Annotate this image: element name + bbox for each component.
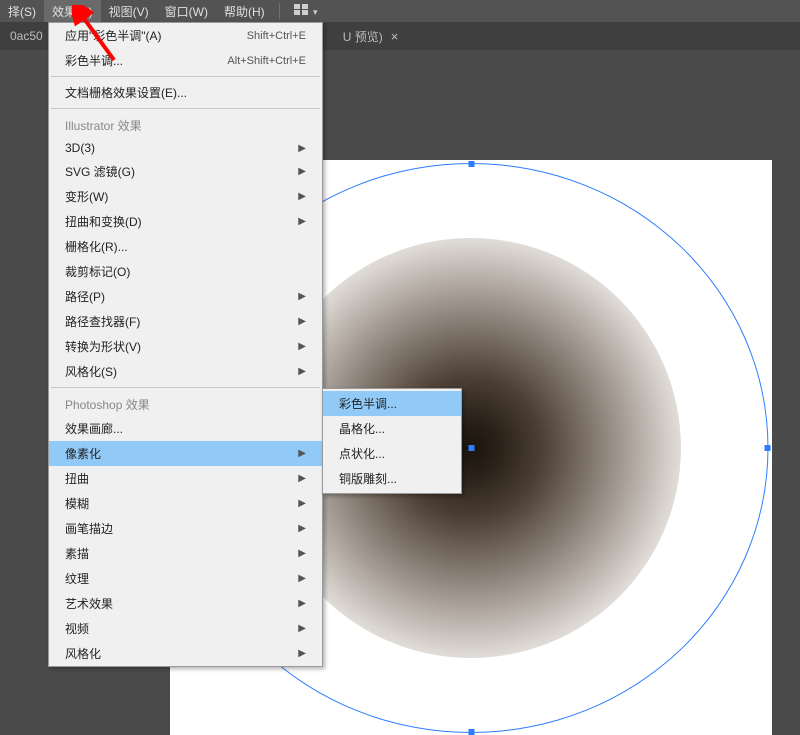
menu-convert-to-shape[interactable]: 转换为形状(V) ▶ [49,334,322,359]
menu-item-label: SVG 滤镜(G) [65,163,135,180]
menu-transform[interactable]: 变形(W) ▶ [49,184,322,209]
illustrator-effects-header: Illustrator 效果 [49,112,322,137]
chevron-right-icon: ▶ [298,573,306,584]
chevron-down-icon: ▾ [313,7,318,17]
chevron-right-icon: ▶ [298,191,306,202]
menu-item-label: 变形(W) [65,188,108,205]
menu-item-label: 素描 [65,545,89,562]
chevron-right-icon: ▶ [298,341,306,352]
chevron-right-icon: ▶ [298,548,306,559]
menu-view[interactable]: 视图(V) [101,0,157,23]
menu-item-label: 风格化 [65,645,101,662]
menu-item-label: 转换为形状(V) [65,338,141,355]
chevron-right-icon: ▶ [298,366,306,377]
menu-item-label: 扭曲和变换(D) [65,213,142,230]
effect-menu-dropdown: 应用"彩色半调"(A) Shift+Ctrl+E 彩色半调... Alt+Shi… [48,22,323,667]
chevron-right-icon: ▶ [298,291,306,302]
menu-pathfinder[interactable]: 路径查找器(F) ▶ [49,309,322,334]
menu-separator [51,387,320,388]
close-icon[interactable]: × [391,29,399,44]
photoshop-effects-header: Photoshop 效果 [49,391,322,416]
handle-bottom[interactable] [468,729,474,735]
menu-window[interactable]: 窗口(W) [157,0,216,23]
chevron-right-icon: ▶ [298,648,306,659]
chevron-right-icon: ▶ [298,473,306,484]
menu-artistic[interactable]: 艺术效果 ▶ [49,591,322,616]
chevron-right-icon: ▶ [298,216,306,227]
chevron-right-icon: ▶ [298,143,306,154]
handle-top[interactable] [468,161,474,167]
menu-item-label: 画笔描边 [65,520,113,537]
menu-item-label: 模糊 [65,495,89,512]
menu-item-label: 风格化(S) [65,363,117,380]
menu-item-label: 路径(P) [65,288,105,305]
menu-bar: 择(S) 效果(C) 视图(V) 窗口(W) 帮助(H) ▾ [0,0,800,22]
menu-separator [51,108,320,109]
menu-path[interactable]: 路径(P) ▶ [49,284,322,309]
menu-video[interactable]: 视频 ▶ [49,616,322,641]
chevron-right-icon: ▶ [298,598,306,609]
submenu-color-halftone[interactable]: 彩色半调... [323,391,461,416]
chevron-right-icon: ▶ [298,523,306,534]
handle-center[interactable] [468,445,474,451]
menubar-separator [279,3,280,19]
document-tab-right[interactable]: U 预览) × [333,22,409,50]
menu-effect-gallery[interactable]: 效果画廊... [49,416,322,441]
menu-doc-raster-settings[interactable]: 文档栅格效果设置(E)... [49,80,322,105]
menu-apply-last-effect[interactable]: 应用"彩色半调"(A) Shift+Ctrl+E [49,23,322,48]
menu-color-halftone-top[interactable]: 彩色半调... Alt+Shift+Ctrl+E [49,48,322,73]
tab-label-left: 0ac50 [10,29,43,43]
menu-blur[interactable]: 模糊 ▶ [49,491,322,516]
menu-crop-marks[interactable]: 裁剪标记(O) [49,259,322,284]
shortcut-label: Shift+Ctrl+E [247,30,306,42]
chevron-right-icon: ▶ [298,498,306,509]
menu-effect[interactable]: 效果(C) [44,0,101,23]
menu-distort-ps[interactable]: 扭曲 ▶ [49,466,322,491]
handle-right[interactable] [765,445,771,451]
menu-item-label: 裁剪标记(O) [65,263,130,280]
menu-3d[interactable]: 3D(3) ▶ [49,137,322,159]
menu-rasterize[interactable]: 栅格化(R)... [49,234,322,259]
menu-brush-strokes[interactable]: 画笔描边 ▶ [49,516,322,541]
menu-distort-transform[interactable]: 扭曲和变换(D) ▶ [49,209,322,234]
menu-item-label: 3D(3) [65,141,95,155]
layout-grid-icon [294,4,308,15]
menu-item-label: 艺术效果 [65,595,113,612]
menu-item-label: 效果画廊... [65,420,123,437]
chevron-right-icon: ▶ [298,166,306,177]
menu-select[interactable]: 择(S) [0,0,44,23]
menu-item-label: 应用"彩色半调"(A) [65,27,162,44]
layout-toggle[interactable]: ▾ [286,1,326,21]
menu-help[interactable]: 帮助(H) [216,0,273,23]
menu-sketch[interactable]: 素描 ▶ [49,541,322,566]
submenu-crystallize[interactable]: 晶格化... [323,416,461,441]
submenu-pointillize[interactable]: 点状化... [323,441,461,466]
menu-item-label: 像素化 [65,445,101,462]
menu-item-label: 视频 [65,620,89,637]
menu-item-label: 纹理 [65,570,89,587]
menu-stylize-ps[interactable]: 风格化 ▶ [49,641,322,666]
menu-item-label: 彩色半调... [65,52,123,69]
chevron-right-icon: ▶ [298,448,306,459]
tab-label-right: U 预览) [343,28,383,45]
submenu-mezzotint[interactable]: 铜版雕刻... [323,466,461,491]
menu-item-label: 栅格化(R)... [65,238,128,255]
shortcut-label: Alt+Shift+Ctrl+E [227,55,306,67]
menu-item-label: 扭曲 [65,470,89,487]
menu-separator [51,76,320,77]
chevron-right-icon: ▶ [298,316,306,327]
menu-item-label: 文档栅格效果设置(E)... [65,84,187,101]
menu-pixelate[interactable]: 像素化 ▶ [49,441,322,466]
menu-stylize-ai[interactable]: 风格化(S) ▶ [49,359,322,384]
chevron-right-icon: ▶ [298,623,306,634]
menu-item-label: 路径查找器(F) [65,313,140,330]
document-tab[interactable]: 0ac50 [0,22,53,50]
menu-texture[interactable]: 纹理 ▶ [49,566,322,591]
pixelate-submenu: 彩色半调... 晶格化... 点状化... 铜版雕刻... [322,388,462,494]
menu-svg-filter[interactable]: SVG 滤镜(G) ▶ [49,159,322,184]
